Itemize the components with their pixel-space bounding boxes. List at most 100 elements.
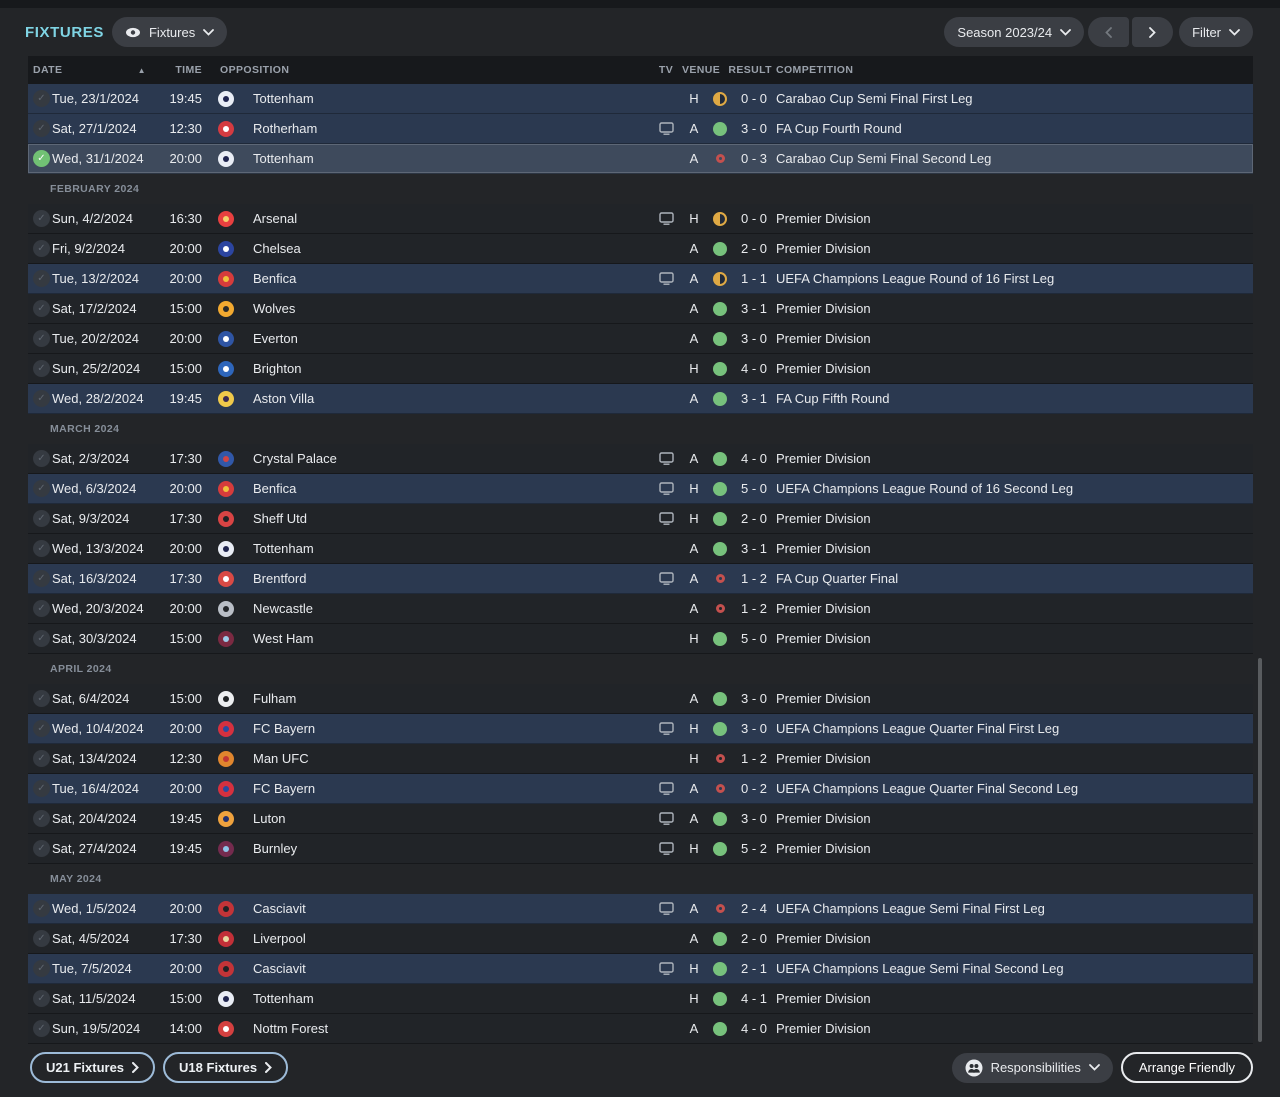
tv-icon: [650, 962, 682, 975]
u21-fixtures-button[interactable]: U21 Fixtures: [30, 1052, 156, 1083]
fixture-row[interactable]: ✓ Sat, 9/3/2024 17:30 Sheff Utd H 2 - 0 Premie…: [28, 504, 1253, 534]
fixture-time: 15:00: [169, 301, 202, 316]
column-header-tv[interactable]: TV: [650, 64, 682, 76]
fixture-row[interactable]: ✓ Sat, 6/4/2024 15:00 Fulham A 3 - 0 Premier D…: [28, 684, 1253, 714]
fixture-time: 15:00: [169, 991, 202, 1006]
fixture-row[interactable]: ✓ Wed, 28/2/2024 19:45 Aston Villa A 3 - 1 FA …: [28, 384, 1253, 414]
fixture-row[interactable]: ✓ Wed, 13/3/2024 20:00 Tottenham A 3 - 1 Premi…: [28, 534, 1253, 564]
fixture-row[interactable]: ✓ Sat, 30/3/2024 15:00 West Ham H 5 - 0 Premie…: [28, 624, 1253, 654]
fixture-date: Sun, 19/5/2024: [52, 1021, 141, 1036]
fixture-row[interactable]: ✓ Wed, 31/1/2024 20:00 Tottenham A 0 - 3 Carab…: [28, 144, 1253, 174]
played-check-icon: ✓: [33, 120, 50, 137]
played-check-icon: ✓: [33, 840, 50, 857]
season-dropdown[interactable]: Season 2023/24: [944, 17, 1085, 47]
fixture-row[interactable]: ✓ Sat, 27/1/2024 12:30 Rotherham A 3 - 0 FA Cu…: [28, 114, 1253, 144]
fixture-row[interactable]: ✓ Sat, 4/5/2024 17:30 Liverpool A 2 - 0 Premie…: [28, 924, 1253, 954]
team-badge-icon: [218, 540, 234, 557]
opposition-name: Rotherham: [253, 121, 318, 136]
competition-name: Premier Division: [776, 841, 871, 856]
fixture-date: Sat, 16/3/2024: [52, 571, 137, 586]
u21-fixtures-label: U21 Fixtures: [46, 1060, 125, 1075]
venue-indicator: A: [689, 811, 699, 826]
competition-name: UEFA Champions League Quarter Final Seco…: [776, 781, 1079, 796]
column-header-venue[interactable]: VENUE: [682, 64, 720, 76]
chevron-down-icon: [203, 28, 215, 36]
team-badge-icon: [218, 690, 234, 707]
team-badge-icon: [218, 930, 234, 947]
competition-name: Premier Division: [776, 691, 871, 706]
u18-fixtures-button[interactable]: U18 Fixtures: [163, 1052, 289, 1083]
table-column-header: DATE ▲ TIME OPPOSITION TV VENUE RESULT C…: [28, 56, 1253, 84]
opposition-name: Casciavit: [253, 901, 306, 916]
fixture-row[interactable]: ✓ Sat, 16/3/2024 17:30 Brentford A 1 - 2 FA Cu…: [28, 564, 1253, 594]
fixture-row[interactable]: ✓ Sun, 19/5/2024 14:00 Nottm Forest A 4 - 0 Pr…: [28, 1014, 1253, 1044]
arrange-friendly-label: Arrange Friendly: [1138, 1060, 1235, 1075]
next-season-button[interactable]: [1132, 17, 1174, 47]
tv-icon: [650, 512, 682, 525]
score: 4 - 0: [740, 451, 767, 466]
opposition-name: Tottenham: [253, 991, 314, 1006]
competition-name: Premier Division: [776, 241, 871, 256]
competition-name: Premier Division: [776, 931, 871, 946]
sort-ascending-icon: ▲: [137, 65, 146, 75]
opposition-name: Arsenal: [253, 211, 298, 226]
fixture-row[interactable]: ✓ Wed, 10/4/2024 20:00 FC Bayern H 3 - 0 UEFA …: [28, 714, 1253, 744]
opposition-name: Sheff Utd: [253, 511, 307, 526]
fixture-row[interactable]: ✓ Tue, 7/5/2024 20:00 Casciavit H 2 - 1 UEFA C…: [28, 954, 1253, 984]
fixture-row[interactable]: ✓ Sat, 11/5/2024 15:00 Tottenham H 4 - 1 Premi…: [28, 984, 1253, 1014]
played-check-icon: ✓: [33, 810, 50, 827]
column-header-competition[interactable]: COMPETITION: [774, 64, 1253, 76]
venue-indicator: A: [689, 601, 699, 616]
played-check-icon: ✓: [33, 330, 50, 347]
column-header-opposition[interactable]: OPPOSITION: [202, 64, 650, 76]
fixture-row[interactable]: ✓ Wed, 1/5/2024 20:00 Casciavit A 2 - 4 UEFA C…: [28, 894, 1253, 924]
opposition-name: Aston Villa: [253, 391, 315, 406]
responsibilities-dropdown[interactable]: Responsibilities: [951, 1052, 1113, 1083]
fixture-row[interactable]: ✓ Sun, 25/2/2024 15:00 Brighton H 4 - 0 Premie…: [28, 354, 1253, 384]
filter-dropdown-label: Filter: [1192, 24, 1221, 40]
fixture-row[interactable]: ✓ Sat, 20/4/2024 19:45 Luton A 3 - 0 Premier D…: [28, 804, 1253, 834]
fixture-time: 17:30: [169, 451, 202, 466]
win-result-icon: [713, 961, 727, 976]
opposition-name: Luton: [253, 811, 286, 826]
fixture-row[interactable]: ✓ Sat, 27/4/2024 19:45 Burnley H 5 - 2 Premier…: [28, 834, 1253, 864]
fixture-row[interactable]: ✓ Fri, 9/2/2024 20:00 Chelsea A 2 - 0 Premier …: [28, 234, 1253, 264]
fixture-row[interactable]: ✓ Tue, 23/1/2024 19:45 Tottenham H 0 - 0 Carab…: [28, 84, 1253, 114]
venue-indicator: H: [689, 481, 699, 496]
column-header-result[interactable]: RESULT: [706, 64, 774, 76]
fixture-time: 15:00: [169, 691, 202, 706]
view-dropdown[interactable]: Fixtures: [111, 17, 228, 47]
column-header-time[interactable]: TIME: [156, 64, 202, 76]
previous-season-button[interactable]: [1088, 17, 1130, 47]
fixture-row[interactable]: ✓ Tue, 20/2/2024 20:00 Everton A 3 - 0 Premier…: [28, 324, 1253, 354]
competition-name: Premier Division: [776, 631, 871, 646]
fixture-date: Tue, 16/4/2024: [52, 781, 139, 796]
team-badge-icon: [218, 720, 234, 737]
column-header-date[interactable]: DATE ▲: [28, 64, 156, 76]
fixture-row[interactable]: ✓ Sat, 17/2/2024 15:00 Wolves A 3 - 1 Premier …: [28, 294, 1253, 324]
loss-result-icon: [715, 754, 725, 763]
venue-indicator: A: [689, 931, 699, 946]
competition-name: Premier Division: [776, 991, 871, 1006]
win-result-icon: [713, 481, 727, 496]
fixture-row[interactable]: ✓ Wed, 6/3/2024 20:00 Benfica H 5 - 0 UEFA Cha…: [28, 474, 1253, 504]
loss-result-icon: [715, 784, 725, 793]
team-badge-icon: [218, 210, 234, 227]
fixture-row[interactable]: ✓ Tue, 16/4/2024 20:00 FC Bayern A 0 - 2 UEFA …: [28, 774, 1253, 804]
fixture-row[interactable]: ✓ Sun, 4/2/2024 16:30 Arsenal H 0 - 0 Premier …: [28, 204, 1253, 234]
fixture-row[interactable]: ✓ Wed, 20/3/2024 20:00 Newcastle A 1 - 2 Premi…: [28, 594, 1253, 624]
fixture-time: 20:00: [169, 961, 202, 976]
venue-indicator: A: [689, 391, 699, 406]
fixture-date: Sat, 30/3/2024: [52, 631, 137, 646]
venue-indicator: H: [689, 991, 699, 1006]
venue-indicator: H: [689, 361, 699, 376]
fixture-date: Wed, 6/3/2024: [52, 481, 137, 496]
arrange-friendly-button[interactable]: Arrange Friendly: [1120, 1052, 1253, 1083]
fixture-row[interactable]: ✓ Tue, 13/2/2024 20:00 Benfica A 1 - 1 UEFA Ch…: [28, 264, 1253, 294]
fixture-row[interactable]: ✓ Sat, 2/3/2024 17:30 Crystal Palace A 4 - 0 P…: [28, 444, 1253, 474]
filter-dropdown[interactable]: Filter: [1179, 17, 1253, 47]
played-check-icon: ✓: [33, 210, 50, 227]
scrollbar-thumb[interactable]: [1258, 658, 1262, 1042]
fixture-row[interactable]: ✓ Sat, 13/4/2024 12:30 Man UFC H 1 - 2 Premier…: [28, 744, 1253, 774]
fixture-time: 14:00: [169, 1021, 202, 1036]
